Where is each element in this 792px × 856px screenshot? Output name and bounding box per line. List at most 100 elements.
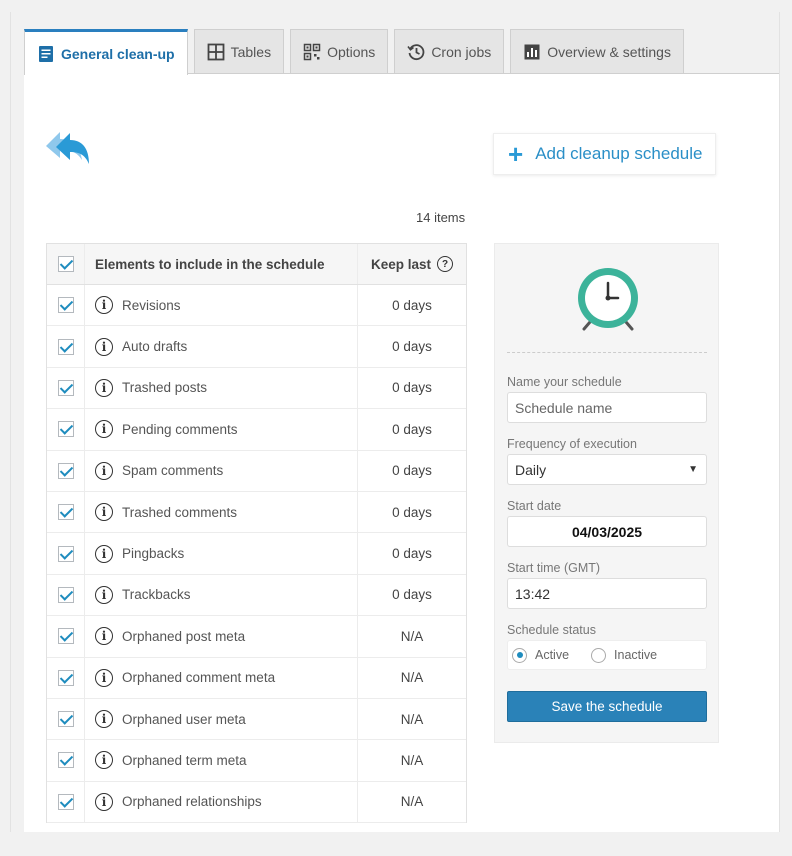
table-row: i Orphaned relationships N/A xyxy=(47,781,466,824)
row-checkbox[interactable] xyxy=(57,628,74,645)
info-icon[interactable]: i xyxy=(95,378,113,397)
history-clock-icon xyxy=(407,43,425,61)
row-element-cell: i Spam comments xyxy=(85,450,358,491)
table-row: i Orphaned user meta N/A xyxy=(47,698,466,741)
radio-selected-icon xyxy=(512,647,527,663)
info-icon[interactable]: i xyxy=(95,461,113,480)
panel-separator xyxy=(507,352,707,353)
info-icon[interactable]: i xyxy=(95,544,113,563)
status-inactive-radio[interactable]: Inactive xyxy=(591,647,658,663)
row-element-name: Spam comments xyxy=(122,463,224,479)
header-keep-last: Keep last ? xyxy=(358,244,466,284)
tab-label: Overview & settings xyxy=(547,44,671,60)
tab-label: Options xyxy=(327,44,376,60)
frequency-select[interactable]: Daily ▼ xyxy=(507,454,707,485)
row-element-name: Revisions xyxy=(122,297,181,313)
row-checkbox[interactable] xyxy=(57,462,74,479)
start-date-input[interactable]: 04/03/2025 xyxy=(507,516,707,547)
start-time-input[interactable]: 13:42 xyxy=(507,578,707,609)
info-icon[interactable]: i xyxy=(95,420,113,439)
elements-table: Elements to include in the schedule Keep… xyxy=(46,243,467,824)
row-keep-last: N/A xyxy=(400,794,424,810)
row-element-name: Trashed posts xyxy=(122,380,208,396)
table-row: i Spam comments 0 days xyxy=(47,450,466,492)
start-date-label: Start date xyxy=(507,499,562,513)
row-checkbox[interactable] xyxy=(57,297,74,314)
row-checkbox-cell xyxy=(47,326,85,367)
info-icon[interactable]: i xyxy=(95,751,113,770)
info-icon[interactable]: i xyxy=(95,337,113,356)
status-inactive-label: Inactive xyxy=(614,648,658,662)
back-arrow-icon[interactable] xyxy=(44,128,92,168)
row-checkbox[interactable] xyxy=(57,586,74,603)
row-checkbox[interactable] xyxy=(57,379,74,396)
items-count: 14 items xyxy=(416,210,466,225)
row-checkbox[interactable] xyxy=(57,421,74,438)
row-checkbox[interactable] xyxy=(57,793,74,810)
info-icon[interactable]: i xyxy=(95,503,113,522)
radio-empty-icon xyxy=(591,647,607,663)
row-checkbox[interactable] xyxy=(57,504,74,521)
row-element-name: Orphaned term meta xyxy=(122,752,247,768)
tab-cron-jobs[interactable]: Cron jobs xyxy=(394,29,505,74)
info-icon[interactable]: i xyxy=(95,585,113,604)
schedule-name-input[interactable] xyxy=(507,392,707,423)
plus-icon: + xyxy=(508,139,524,169)
row-element-name: Orphaned user meta xyxy=(122,711,246,727)
row-keep-last: 0 days xyxy=(392,587,432,603)
row-keep-last: 0 days xyxy=(392,546,432,562)
row-keep-last: N/A xyxy=(400,752,424,768)
row-element-cell: i Orphaned post meta xyxy=(85,616,358,657)
info-icon[interactable]: i xyxy=(95,710,113,729)
row-element-cell: i Trashed posts xyxy=(85,367,358,409)
table-row: i Orphaned comment meta N/A xyxy=(47,657,466,699)
row-element-cell: i Orphaned relationships xyxy=(85,781,358,823)
tab-overview-settings[interactable]: Overview & settings xyxy=(510,29,684,74)
frequency-value: Daily xyxy=(515,461,547,478)
row-element-cell: i Pingbacks xyxy=(85,533,358,574)
row-element-cell: i Orphaned user meta xyxy=(85,698,358,740)
row-element-cell: i Orphaned term meta xyxy=(85,740,358,781)
row-element-name: Orphaned post meta xyxy=(122,628,246,644)
row-checkbox[interactable] xyxy=(57,545,74,562)
help-question-icon[interactable]: ? xyxy=(437,256,454,272)
schedule-panel: Name your schedule Frequency of executio… xyxy=(494,243,719,743)
info-icon[interactable]: i xyxy=(95,792,113,811)
tab-options[interactable]: Options xyxy=(290,29,389,74)
tab-general-cleanup[interactable]: General clean-up xyxy=(24,29,188,75)
qr-options-icon xyxy=(303,43,321,61)
row-element-cell: i Trashed comments xyxy=(85,491,358,533)
document-list-icon xyxy=(37,45,55,63)
info-icon[interactable]: i xyxy=(95,296,113,315)
row-keep-last: 0 days xyxy=(392,504,432,520)
status-active-radio[interactable]: Active xyxy=(512,647,569,663)
row-checkbox-cell xyxy=(47,367,85,409)
info-icon[interactable]: i xyxy=(95,668,113,687)
add-cleanup-schedule-button[interactable]: + Add cleanup schedule xyxy=(493,133,716,175)
row-element-name: Pingbacks xyxy=(122,546,185,562)
header-keep-label: Keep last xyxy=(370,256,432,272)
dropdown-arrow-icon: ▼ xyxy=(688,464,698,475)
row-element-name: Auto drafts xyxy=(122,339,188,355)
row-keep-last: 0 days xyxy=(392,463,432,479)
row-checkbox[interactable] xyxy=(57,752,74,769)
table-row: i Trashed posts 0 days xyxy=(47,367,466,410)
select-all-checkbox[interactable] xyxy=(57,256,74,272)
row-checkbox[interactable] xyxy=(57,711,74,728)
row-element-name: Trashed comments xyxy=(122,504,238,520)
row-element-cell: i Revisions xyxy=(85,285,358,326)
row-keep-last: 0 days xyxy=(392,339,432,355)
save-schedule-button[interactable]: Save the schedule xyxy=(507,691,707,722)
start-time-value: 13:42 xyxy=(515,585,551,602)
table-row: i Revisions 0 days xyxy=(47,285,466,327)
row-checkbox[interactable] xyxy=(57,669,74,686)
row-element-name: Orphaned relationships xyxy=(122,794,262,810)
row-keep-last: N/A xyxy=(400,711,424,727)
tab-tables[interactable]: Tables xyxy=(193,29,285,74)
table-row: i Pingbacks 0 days xyxy=(47,533,466,575)
info-icon[interactable]: i xyxy=(95,627,113,646)
row-keep-last: N/A xyxy=(400,670,424,686)
row-checkbox-cell xyxy=(47,698,85,740)
table-row: i Trackbacks 0 days xyxy=(47,574,466,617)
row-checkbox[interactable] xyxy=(57,338,74,355)
